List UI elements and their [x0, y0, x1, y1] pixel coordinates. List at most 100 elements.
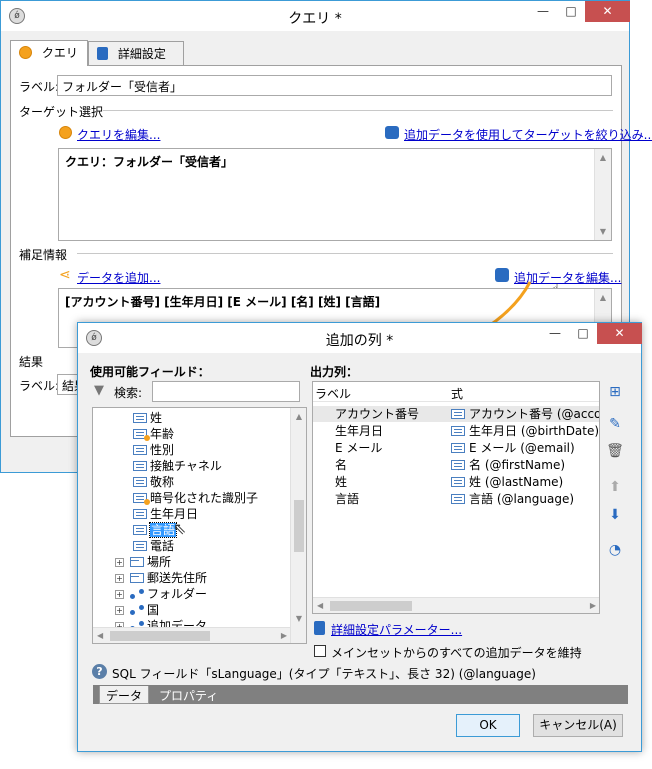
hscroll-thumb[interactable]: [330, 601, 412, 611]
query-icon: [19, 46, 32, 59]
tree-item[interactable]: + 郵送先住所: [115, 570, 207, 586]
cancel-button[interactable]: キャンセル(A): [533, 714, 623, 737]
tree-item[interactable]: + 国: [115, 602, 159, 618]
available-fields-tree[interactable]: 姓年齢 性別 接触チャネル 敬称 暗号化された識別子 生年月日 言語 電話 + 場所 + 郵送先住所 +…: [92, 407, 307, 644]
edit-column-button[interactable]: ✎: [606, 415, 624, 433]
tree-item[interactable]: 性別: [133, 442, 174, 458]
hscroll-thumb[interactable]: [110, 631, 210, 641]
field-key-icon: [133, 493, 150, 505]
result-section-title: 結果: [19, 355, 44, 369]
target-section-title: ターゲット選択: [19, 105, 104, 119]
expand-icon[interactable]: +: [115, 590, 124, 599]
add-data-link[interactable]: データを追加...: [77, 269, 160, 286]
query-text-scrollbar[interactable]: ▲ ▼: [594, 149, 611, 240]
keep-data-label[interactable]: メインセットからのすべての追加データを維持: [331, 644, 582, 661]
expand-icon[interactable]: +: [115, 574, 124, 583]
database-filter-icon: [385, 126, 399, 139]
output-row[interactable]: E メール E メール (@email): [313, 440, 599, 456]
header-label[interactable]: ラベル: [315, 385, 351, 402]
header-expression[interactable]: 式: [451, 385, 463, 402]
keep-data-checkbox[interactable]: [314, 645, 326, 657]
tree-item[interactable]: 言語: [133, 522, 178, 538]
output-row-expression: 生年月日 (@birthDate): [469, 424, 600, 438]
tree-item[interactable]: 接触チャネル: [133, 458, 222, 474]
help-icon: ?: [92, 664, 107, 679]
output-row-expression: アカウント番号 (@accoun: [469, 407, 600, 421]
tree-item-label: 郵送先住所: [147, 571, 208, 585]
field-icon: [451, 443, 465, 453]
output-row-label: 名: [335, 458, 348, 472]
edit-query-link[interactable]: クエリを編集...: [77, 126, 160, 143]
output-row[interactable]: 名 名 (@firstName): [313, 457, 599, 473]
move-down-icon[interactable]: ⬇: [606, 506, 624, 524]
share-icon: ⋖: [59, 267, 71, 283]
output-row-expression: 姓 (@lastName): [469, 475, 564, 489]
output-header: ラベル 式: [313, 382, 599, 402]
tree-item[interactable]: 敬称: [133, 474, 174, 490]
tab-data[interactable]: データ: [99, 686, 150, 704]
scroll-right-icon[interactable]: ▶: [281, 631, 287, 640]
scroll-up-icon[interactable]: ▲: [291, 408, 306, 425]
expand-icon[interactable]: +: [115, 606, 124, 615]
advanced-params-link[interactable]: 詳細設定パラメーター...: [331, 621, 462, 638]
tab-advanced[interactable]: 詳細設定: [88, 41, 184, 65]
tree-item-label: 暗号化された識別子: [150, 491, 259, 505]
supplement-section-title: 補足情報: [19, 248, 68, 262]
tree-item-label: 国: [147, 603, 160, 617]
scroll-right-icon[interactable]: ▶: [590, 601, 596, 610]
delete-icon[interactable]: 🗑: [606, 442, 624, 460]
scroll-thumb[interactable]: [294, 500, 304, 552]
move-up-icon[interactable]: ⬆: [606, 478, 624, 496]
tree-hscroll[interactable]: ◀ ▶: [93, 627, 290, 643]
scroll-left-icon[interactable]: ◀: [97, 631, 103, 640]
filter-additional-data-link[interactable]: 追加データを使用してターゲットを絞り込み...: [404, 126, 652, 143]
search-label: 検索:: [114, 386, 143, 400]
output-row-expression: E メール (@email): [469, 441, 575, 455]
field-icon: [451, 426, 465, 436]
output-row-label: E メール: [335, 441, 383, 455]
tree-item[interactable]: + 場所: [115, 554, 171, 570]
output-row-label: アカウント番号: [335, 407, 420, 421]
field-icon: [451, 477, 465, 487]
scroll-up-icon[interactable]: ▲: [595, 149, 611, 166]
status-text: SQL フィールド「sLanguage」(タイプ「テキスト」、長さ 32) (@…: [112, 667, 536, 681]
scroll-down-icon[interactable]: ▼: [291, 610, 306, 627]
output-hscroll[interactable]: ◀ ▶: [313, 597, 599, 613]
tab-properties[interactable]: プロパティ: [153, 686, 224, 704]
output-columns-list[interactable]: ラベル 式 アカウント番号 アカウント番号 (@accoun 生年月日 生年月日 (@…: [312, 381, 600, 614]
output-row[interactable]: 言語 言語 (@language): [313, 491, 599, 507]
tree-item[interactable]: 姓: [133, 410, 162, 426]
label-input[interactable]: フォルダー「受信者」: [57, 75, 612, 96]
folder-icon: [130, 557, 144, 567]
distribution-chart-icon[interactable]: ◔: [606, 541, 624, 559]
output-row[interactable]: アカウント番号 アカウント番号 (@accoun: [313, 406, 599, 422]
tree-item[interactable]: 年齢: [133, 426, 174, 442]
output-columns-title: 出力列：: [310, 365, 359, 379]
tab-query[interactable]: クエリ: [10, 40, 88, 66]
minimize-button[interactable]: —: [529, 1, 557, 22]
search-input[interactable]: [152, 381, 300, 402]
tree-scrollbar[interactable]: ▲ ▼: [290, 408, 306, 643]
maximize-button[interactable]: □: [569, 323, 597, 344]
label-caption: ラベル:: [19, 80, 60, 94]
add-column-button[interactable]: ⊞: [606, 383, 624, 401]
maximize-button[interactable]: □: [557, 1, 585, 22]
tree-item[interactable]: 生年月日: [133, 506, 198, 522]
output-row[interactable]: 生年月日 生年月日 (@birthDate): [313, 423, 599, 439]
tree-item-label: 場所: [147, 555, 172, 569]
scroll-left-icon[interactable]: ◀: [317, 601, 323, 610]
tree-item[interactable]: 暗号化された識別子: [133, 490, 258, 506]
ok-button[interactable]: OK: [456, 714, 520, 737]
query-text-area[interactable]: クエリ：フォルダー「受信者」 ▲ ▼: [58, 148, 612, 241]
minimize-button[interactable]: —: [541, 323, 569, 344]
expand-icon[interactable]: +: [115, 558, 124, 567]
link-icon: [130, 605, 144, 615]
close-button[interactable]: ✕: [597, 323, 642, 344]
close-button[interactable]: ✕: [585, 1, 630, 22]
tree-item[interactable]: 電話: [133, 538, 174, 554]
tree-item[interactable]: + フォルダー: [115, 586, 207, 602]
scroll-up-icon[interactable]: ▲: [595, 289, 611, 306]
output-row[interactable]: 姓 姓 (@lastName): [313, 474, 599, 490]
scroll-down-icon[interactable]: ▼: [595, 223, 611, 240]
field-icon: [451, 460, 465, 470]
